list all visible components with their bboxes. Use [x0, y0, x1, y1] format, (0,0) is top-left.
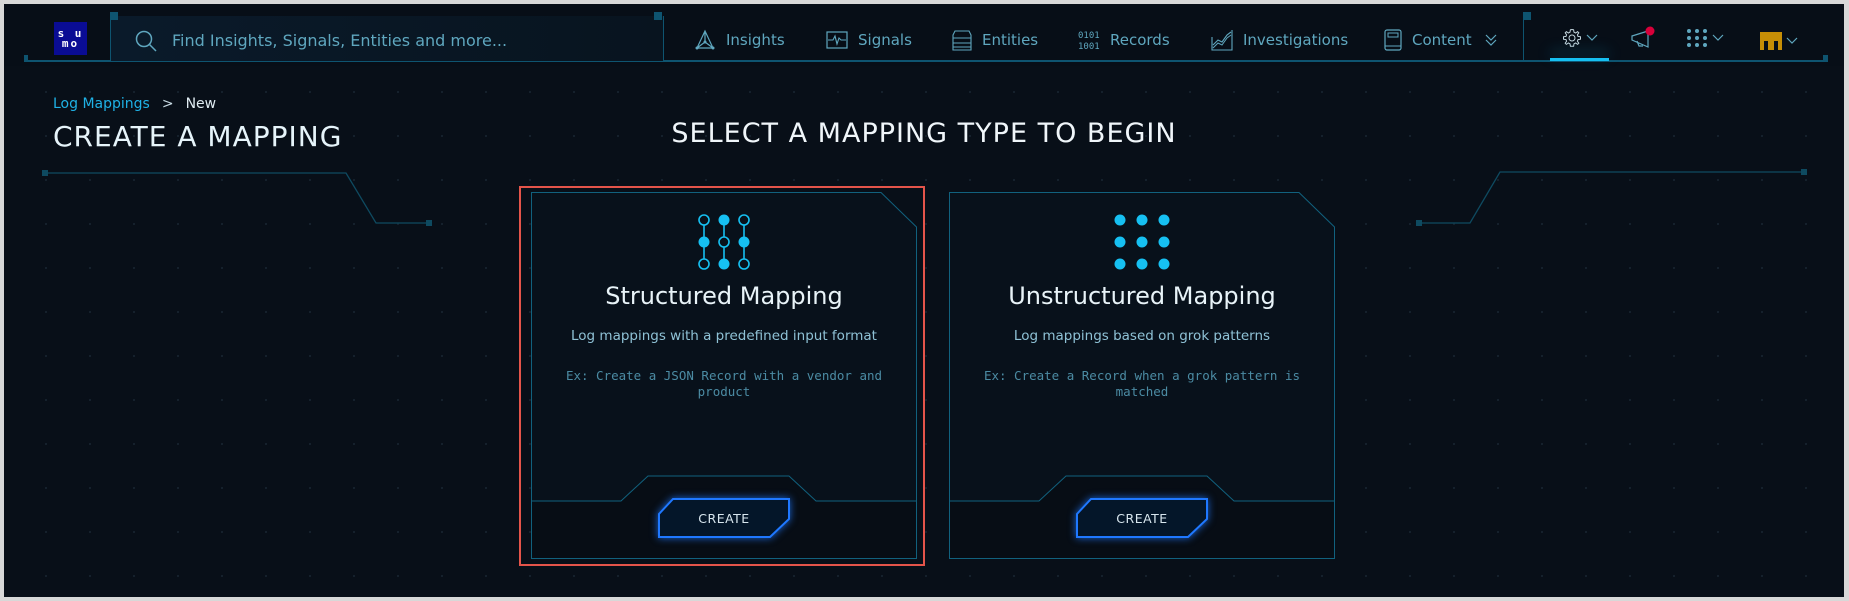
structured-mapping-icon	[698, 214, 750, 270]
card-description: Log mappings with a predefined input for…	[571, 328, 877, 344]
card-title: Structured Mapping	[605, 282, 843, 310]
create-button-label: CREATE	[698, 510, 750, 526]
create-structured-button[interactable]: CREATE	[657, 498, 791, 538]
decorative-lines	[42, 169, 1807, 226]
app-window: s u mo Insights Signals	[4, 4, 1844, 597]
card-title: Unstructured Mapping	[1008, 282, 1276, 310]
create-unstructured-button[interactable]: CREATE	[1075, 498, 1209, 538]
card-example: Ex: Create a JSON Record with a vendor a…	[565, 368, 883, 399]
card-description: Log mappings based on grok patterns	[1013, 328, 1271, 344]
unstructured-mapping-card[interactable]: Unstructured Mapping Log mappings based …	[949, 192, 1335, 559]
structured-mapping-card[interactable]: Structured Mapping Log mappings with a p…	[531, 192, 917, 559]
create-button-label: CREATE	[1116, 510, 1168, 526]
card-example: Ex: Create a Record when a grok pattern …	[983, 368, 1301, 399]
unstructured-mapping-icon	[1114, 214, 1170, 270]
